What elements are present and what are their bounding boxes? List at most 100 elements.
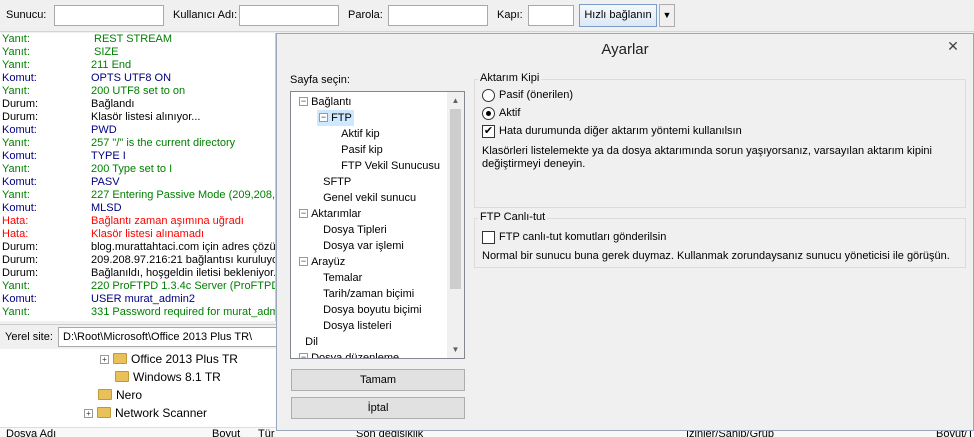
tree-node[interactable]: FTP Vekil Sunucusu bbox=[335, 158, 440, 174]
chevron-down-icon[interactable]: ▼ bbox=[659, 4, 675, 27]
username-label: Kullanıcı Adı: bbox=[173, 9, 238, 21]
message-log[interactable]: Yanıt: REST STREAM Yanıt: SIZE Yanıt: 211 End… bbox=[0, 33, 276, 321]
tree-item-network-scanner[interactable]: + Network Scanner bbox=[84, 404, 207, 422]
tree-scrollbar[interactable]: ▲ ▼ bbox=[447, 92, 464, 358]
port-input[interactable] bbox=[528, 5, 574, 26]
log-type: Yanıt: bbox=[2, 280, 30, 292]
folder-icon bbox=[113, 353, 127, 364]
tree-node[interactable]: − Bağlantı bbox=[299, 94, 351, 110]
tree-node[interactable]: Temalar bbox=[317, 270, 362, 286]
fallback-label[interactable]: Hata durumunda diğer aktarım yöntemi kul… bbox=[499, 125, 742, 137]
tree-node-label: Dosya düzenleme bbox=[311, 352, 400, 359]
log-type: Yanıt: bbox=[2, 137, 30, 149]
tree-node[interactable]: Dosya Tipleri bbox=[317, 222, 387, 238]
quickconnect-bar: Sunucu: Kullanıcı Adı: Parola: Kapı: Hız… bbox=[0, 0, 974, 32]
collapse-icon[interactable]: − bbox=[299, 353, 308, 358]
log-type: Komut: bbox=[2, 202, 37, 214]
keepalive-checkbox[interactable] bbox=[482, 231, 495, 244]
passive-mode-radio[interactable] bbox=[482, 89, 495, 102]
log-type: Durum: bbox=[2, 254, 39, 266]
username-input[interactable] bbox=[239, 5, 339, 26]
password-input[interactable] bbox=[388, 5, 488, 26]
keepalive-label[interactable]: FTP canlı-tut komutları gönderilsin bbox=[499, 231, 666, 243]
host-input[interactable] bbox=[54, 5, 164, 26]
transfer-mode-note: Klasörleri listelemekte ya da dosya akta… bbox=[482, 145, 932, 170]
settings-dialog: Ayarlar ✕ Sayfa seçin: ▲ ▼ − Bağlantı − F… bbox=[276, 33, 974, 431]
tree-item-office[interactable]: + Office 2013 Plus TR bbox=[100, 350, 238, 368]
log-message: blog.murattahtaci.com için adres çözün bbox=[91, 241, 276, 253]
expand-icon[interactable]: + bbox=[84, 409, 93, 418]
tree-node[interactable]: − Aktarımlar bbox=[299, 206, 361, 222]
cancel-button[interactable]: İptal bbox=[291, 397, 465, 419]
tree-node[interactable]: Tarih/zaman biçimi bbox=[317, 286, 414, 302]
tree-node[interactable]: Genel vekil sunucu bbox=[317, 190, 416, 206]
log-message: Bağlanıldı, hoşgeldin iletisi bekleniyor… bbox=[91, 267, 276, 279]
collapse-icon[interactable]: − bbox=[299, 97, 308, 106]
collapse-icon[interactable]: − bbox=[299, 209, 308, 218]
log-message: 200 UTF8 set to on bbox=[91, 85, 186, 97]
tree-node[interactable]: SFTP bbox=[317, 174, 351, 190]
close-icon[interactable]: ✕ bbox=[939, 36, 967, 56]
active-mode-radio[interactable] bbox=[482, 107, 495, 120]
log-message: TYPE I bbox=[91, 150, 126, 162]
log-type: Yanıt: bbox=[2, 59, 30, 71]
log-type: Durum: bbox=[2, 111, 39, 123]
dialog-body: Sayfa seçin: ▲ ▼ − Bağlantı − FTP Aktif k… bbox=[277, 64, 973, 430]
tree-node[interactable]: Aktif kip bbox=[335, 126, 380, 142]
local-file-list-header: Dosya Adı Boyut Tür bbox=[0, 427, 276, 437]
settings-page-tree[interactable]: ▲ ▼ − Bağlantı − FTP Aktif kip Pasif kip … bbox=[290, 91, 465, 359]
tree-item-windows[interactable]: Windows 8.1 TR bbox=[115, 368, 221, 386]
tree-node[interactable]: Pasif kip bbox=[335, 142, 383, 158]
passive-mode-label[interactable]: Pasif (önerilen) bbox=[499, 89, 573, 101]
col-type-header[interactable]: Tür bbox=[258, 428, 275, 437]
keepalive-title: FTP Canlı-tut bbox=[478, 211, 548, 223]
fallback-checkbox[interactable]: ✔ bbox=[482, 125, 495, 138]
log-type: Durum: bbox=[2, 98, 39, 110]
tree-node-label: Aktarımlar bbox=[311, 208, 362, 220]
col-name-header[interactable]: Dosya Adı bbox=[6, 428, 56, 437]
folder-icon bbox=[97, 407, 111, 418]
tree-node-label: Aktif kip bbox=[341, 128, 380, 140]
tree-node-label: Temalar bbox=[323, 272, 363, 284]
col-size-header[interactable]: Boyut bbox=[212, 428, 240, 437]
log-message: 331 Password required for murat_adm bbox=[91, 306, 276, 318]
tree-node-label: Bağlantı bbox=[311, 96, 352, 108]
tree-node-label: Dosya boyutu biçimi bbox=[323, 304, 422, 316]
ok-button[interactable]: Tamam bbox=[291, 369, 465, 391]
tree-node[interactable]: − FTP bbox=[317, 110, 354, 126]
tree-node[interactable]: Dosya var işlemi bbox=[317, 238, 404, 254]
quickconnect-button[interactable]: Hızlı bağlanın bbox=[579, 4, 657, 27]
local-path-input[interactable]: D:\Root\Microsoft\Office 2013 Plus TR\ bbox=[58, 327, 278, 347]
tree-node[interactable]: − Dosya düzenleme bbox=[299, 350, 400, 359]
tree-node[interactable]: Dosya boyutu biçimi bbox=[317, 302, 422, 318]
log-message: 257 "/" is the current directory bbox=[91, 137, 236, 149]
log-type: Komut: bbox=[2, 176, 37, 188]
scroll-down-icon[interactable]: ▼ bbox=[447, 341, 464, 358]
tree-node[interactable]: − Arayüz bbox=[299, 254, 345, 270]
tree-item-nero[interactable]: Nero bbox=[98, 386, 142, 404]
log-message: SIZE bbox=[94, 46, 119, 58]
tree-node[interactable]: Dosya listeleri bbox=[317, 318, 391, 334]
folder-icon bbox=[98, 389, 112, 400]
tree-node-label: Dosya var işlemi bbox=[323, 240, 404, 252]
local-site-pane: Yerel site: D:\Root\Microsoft\Office 201… bbox=[0, 324, 278, 437]
log-message: Bağlandı bbox=[91, 98, 135, 110]
active-mode-label[interactable]: Aktif bbox=[499, 107, 520, 119]
scroll-thumb[interactable] bbox=[450, 109, 461, 289]
collapse-icon[interactable]: − bbox=[319, 113, 328, 122]
port-label: Kapı: bbox=[497, 9, 523, 21]
log-type: Hata: bbox=[2, 228, 29, 240]
tree-node[interactable]: Dil bbox=[299, 334, 318, 350]
collapse-icon[interactable]: − bbox=[299, 257, 308, 266]
tree-node-label: FTP Vekil Sunucusu bbox=[341, 160, 440, 172]
tree-item-label: Nero bbox=[116, 388, 143, 402]
log-message: REST STREAM bbox=[94, 33, 173, 45]
expand-icon[interactable]: + bbox=[100, 355, 109, 364]
dialog-titlebar[interactable]: Ayarlar ✕ bbox=[277, 34, 973, 64]
scroll-up-icon[interactable]: ▲ bbox=[447, 92, 464, 109]
tree-item-label: Network Scanner bbox=[115, 406, 208, 420]
tree-node-label: SFTP bbox=[323, 176, 352, 188]
log-type: Komut: bbox=[2, 72, 37, 84]
log-type: Komut: bbox=[2, 150, 37, 162]
log-type: Yanıt: bbox=[2, 33, 30, 45]
